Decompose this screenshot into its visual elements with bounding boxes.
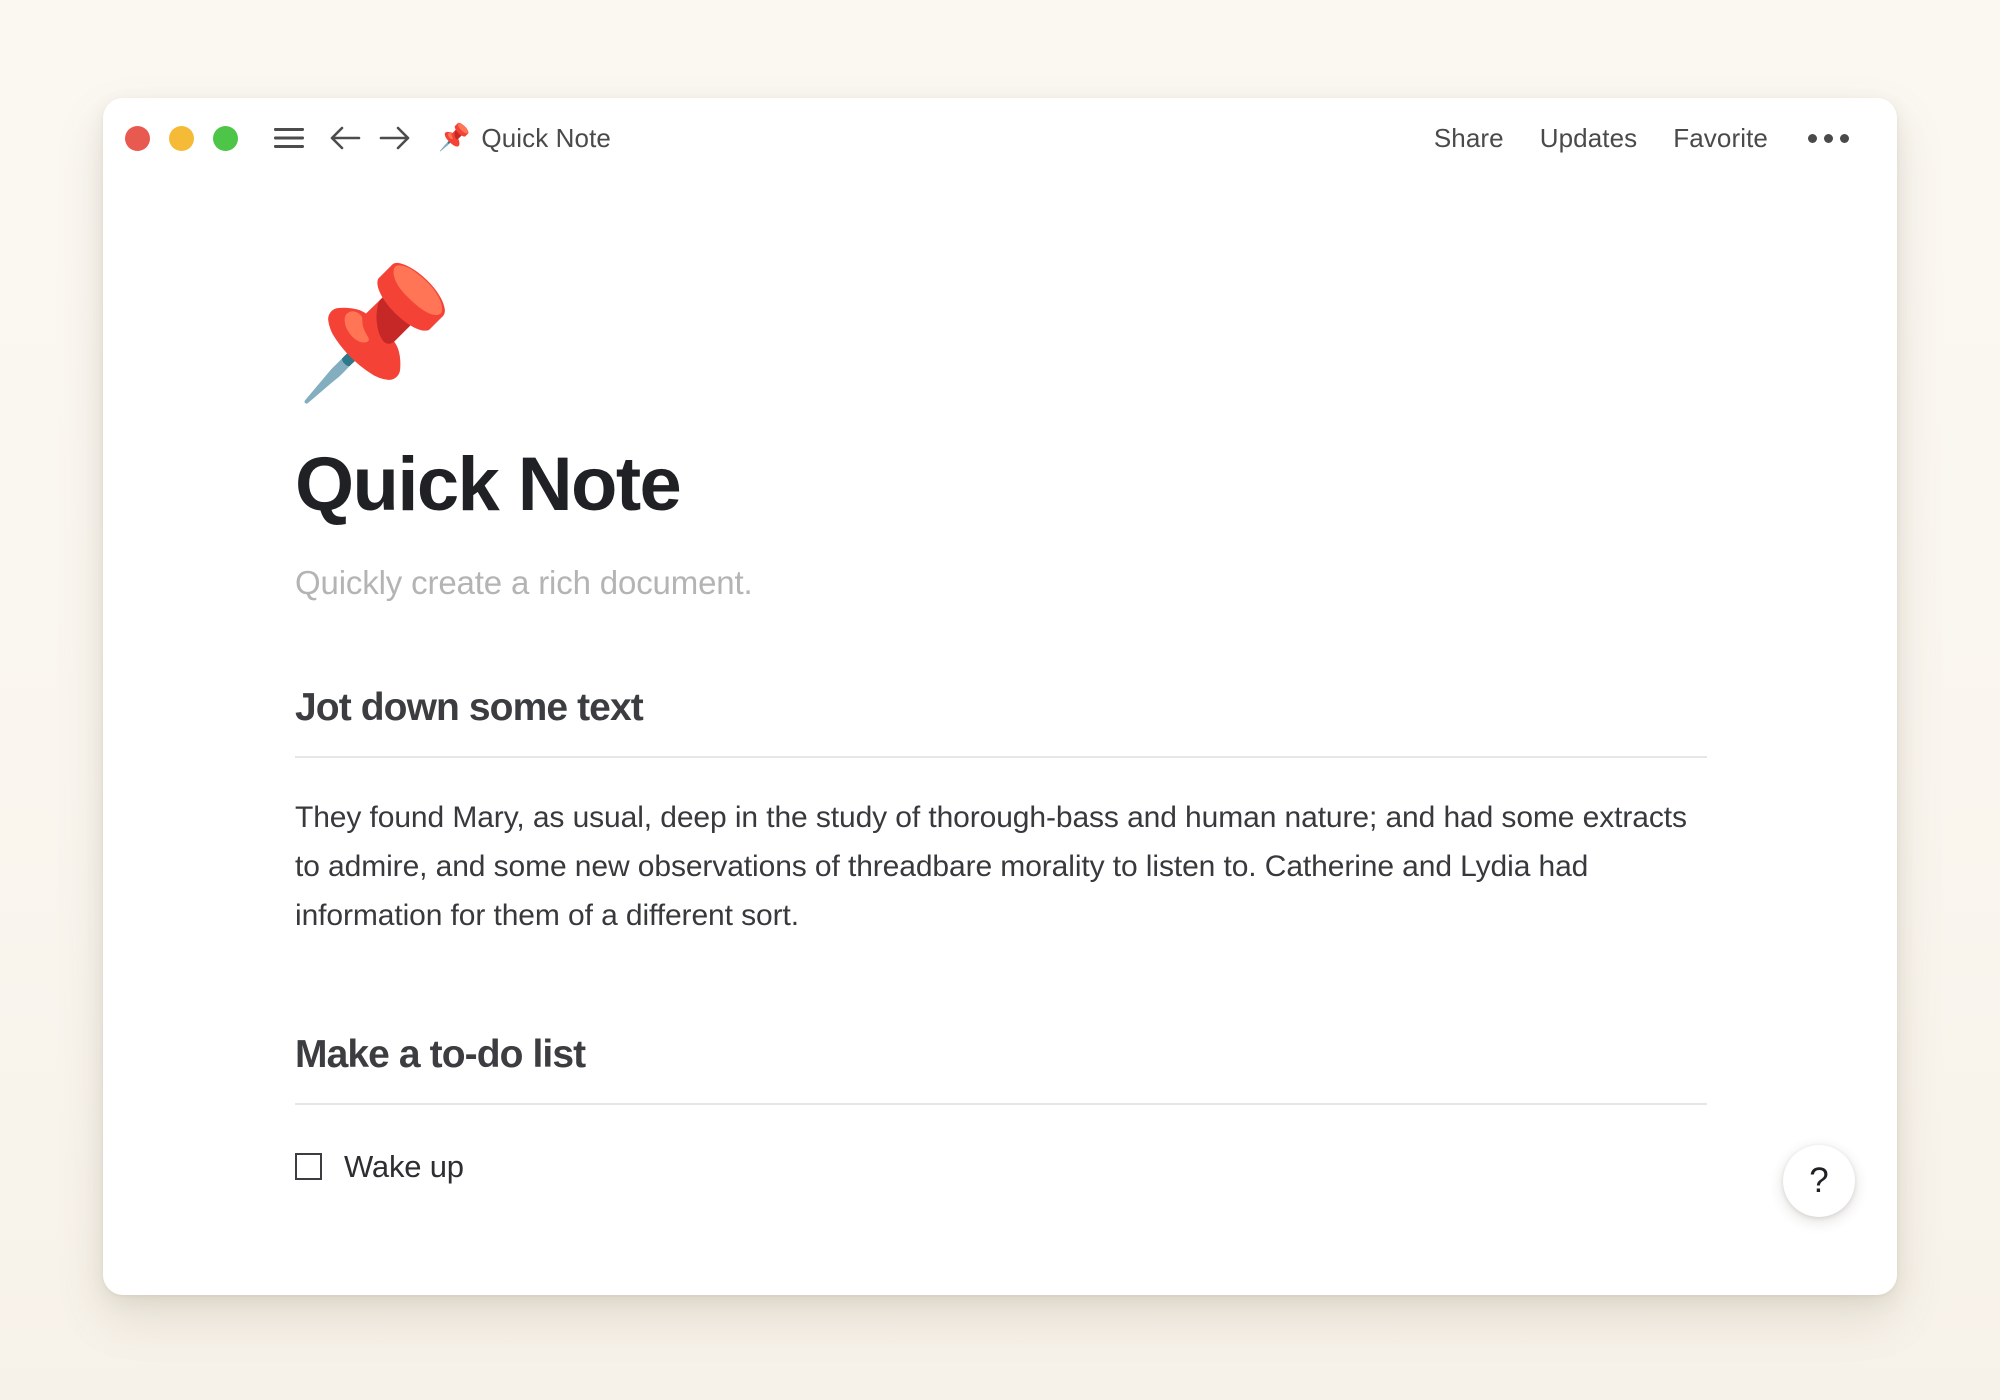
section-divider xyxy=(295,756,1707,759)
desktop-backdrop: 📌 Quick Note Share Updates Favorite 📌 Qu… xyxy=(0,0,2000,1400)
document-breadcrumb[interactable]: 📌 Quick Note xyxy=(438,123,611,154)
todo-list: Wake up xyxy=(295,1141,1897,1193)
traffic-light-group xyxy=(125,125,238,151)
section-divider xyxy=(295,1102,1707,1105)
hamburger-menu-icon[interactable] xyxy=(268,117,310,159)
document-scroll-area[interactable]: 📌 Quick Note Quickly create a rich docum… xyxy=(103,178,1897,1295)
arrow-right-icon[interactable] xyxy=(374,117,416,159)
pushpin-icon: 📌 xyxy=(438,123,471,153)
page-title[interactable]: Quick Note xyxy=(295,443,1897,526)
navigation-arrows xyxy=(324,117,416,159)
share-button[interactable]: Share xyxy=(1416,123,1522,154)
maximize-window-button[interactable] xyxy=(213,125,238,151)
page-subtitle[interactable]: Quickly create a rich document. xyxy=(295,564,1897,602)
arrow-left-icon[interactable] xyxy=(324,117,366,159)
todo-checkbox[interactable] xyxy=(295,1153,322,1181)
help-button[interactable]: ? xyxy=(1783,1145,1855,1217)
more-options-icon[interactable] xyxy=(1786,133,1863,143)
document-breadcrumb-label: Quick Note xyxy=(481,122,611,153)
cover-pushpin-icon[interactable]: 📌 xyxy=(295,270,454,398)
todo-label[interactable]: Wake up xyxy=(344,1149,464,1185)
close-window-button[interactable] xyxy=(125,125,150,151)
list-item[interactable]: Wake up xyxy=(295,1141,1897,1193)
titlebar-actions: Share Updates Favorite xyxy=(1416,98,1863,178)
question-mark-icon: ? xyxy=(1809,1160,1829,1200)
app-window: 📌 Quick Note Share Updates Favorite 📌 Qu… xyxy=(103,98,1897,1295)
minimize-window-button[interactable] xyxy=(169,125,194,151)
updates-button[interactable]: Updates xyxy=(1522,123,1656,154)
section-heading-make-a-to-do-list[interactable]: Make a to-do list xyxy=(295,1033,1897,1077)
section-paragraph[interactable]: They found Mary, as usual, deep in the s… xyxy=(295,794,1695,941)
window-titlebar: 📌 Quick Note Share Updates Favorite xyxy=(103,98,1897,178)
document-content: 📌 Quick Note Quickly create a rich docum… xyxy=(103,178,1897,1193)
favorite-button[interactable]: Favorite xyxy=(1655,123,1786,154)
section-heading-jot-down-some-text[interactable]: Jot down some text xyxy=(295,686,1897,730)
